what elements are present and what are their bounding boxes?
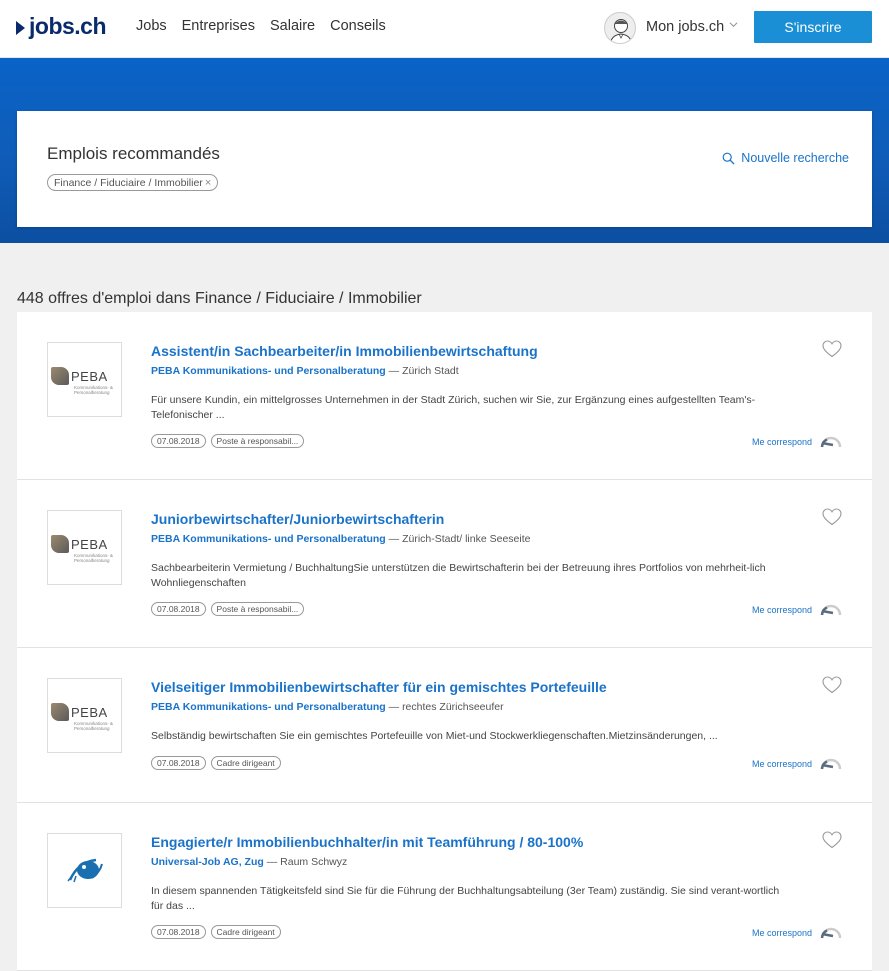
gauge-icon — [820, 436, 842, 448]
company-link[interactable]: PEBA Kommunikations- und Personalberatun… — [151, 533, 386, 545]
close-icon[interactable]: × — [205, 177, 211, 189]
job-card[interactable]: Engagierte/r Immobilienbuchhalter/in mit… — [17, 803, 872, 971]
job-tags: 07.08.2018 Poste à responsabil... — [151, 434, 305, 448]
job-company-line: Universal-Job AG, Zug — Raum Schwyz — [151, 856, 348, 868]
nav-salaire[interactable]: Salaire — [270, 18, 315, 34]
match-indicator[interactable]: Me correspond — [752, 436, 842, 448]
job-title-link[interactable]: Assistent/in Sachbearbeiter/in Immobilie… — [151, 343, 538, 359]
level-tag: Cadre dirigeant — [210, 925, 281, 939]
job-company-line: PEBA Kommunikations- und Personalberatun… — [151, 365, 459, 377]
jobs-ch-logo[interactable]: jobs.ch — [16, 13, 107, 40]
job-tags: 07.08.2018 Poste à responsabil... — [151, 602, 305, 616]
top-navigation-bar: jobs.ch Jobs Entreprises Salaire Conseil… — [0, 0, 889, 58]
job-card[interactable]: PEBA Kommunikations- & Personalberatung … — [17, 480, 872, 648]
filter-chip[interactable]: Finance / Fiduciaire / Immobilier × — [47, 174, 219, 191]
job-company-line: PEBA Kommunikations- und Personalberatun… — [151, 533, 531, 545]
date-tag: 07.08.2018 — [151, 925, 206, 939]
job-company-line: PEBA Kommunikations- und Personalberatun… — [151, 701, 504, 713]
play-triangle-icon — [16, 20, 25, 35]
peba-logo-mark-icon — [51, 703, 69, 721]
nav-jobs[interactable]: Jobs — [136, 18, 167, 34]
job-description: Sachbearbeiterin Vermietung / Buchhaltun… — [151, 562, 766, 589]
gauge-icon — [820, 927, 842, 939]
main-nav: Jobs Entreprises Salaire Conseils — [136, 18, 386, 34]
job-title-link[interactable]: Engagierte/r Immobilienbuchhalter/in mit… — [151, 834, 583, 850]
filter-chip-label: Finance / Fiduciaire / Immobilier — [54, 176, 203, 189]
peba-logo-mark-icon — [51, 535, 69, 553]
job-location: Raum Schwyz — [280, 856, 348, 868]
peba-logo-mark-icon — [51, 367, 69, 385]
job-card[interactable]: PEBA Kommunikations- & Personalberatung … — [17, 648, 872, 803]
job-location: Zürich Stadt — [402, 365, 459, 377]
match-label: Me correspond — [751, 605, 812, 615]
gauge-icon — [820, 758, 842, 770]
company-link[interactable]: PEBA Kommunikations- und Personalberatun… — [151, 701, 386, 713]
job-title-link[interactable]: Juniorbewirtschafter/Juniorbewirtschafte… — [151, 511, 444, 527]
match-indicator[interactable]: Me correspond — [752, 604, 842, 616]
level-tag: Cadre dirigeant — [210, 756, 281, 770]
match-label: Me correspond — [751, 759, 812, 769]
heart-icon[interactable] — [822, 831, 842, 849]
heart-icon[interactable] — [822, 676, 842, 694]
job-tags: 07.08.2018 Cadre dirigeant — [151, 925, 281, 939]
match-indicator[interactable]: Me correspond — [752, 927, 842, 939]
level-tag: Poste à responsabil... — [210, 434, 305, 448]
nav-entreprises[interactable]: Entreprises — [182, 18, 255, 34]
nav-conseils[interactable]: Conseils — [330, 18, 386, 34]
company-logo[interactable]: PEBA Kommunikations- & Personalberatung — [47, 678, 122, 753]
heart-icon[interactable] — [822, 340, 842, 358]
job-title-link[interactable]: Vielseitiger Immobilienbewirtschafter fü… — [151, 679, 607, 695]
company-link[interactable]: PEBA Kommunikations- und Personalberatun… — [151, 365, 386, 377]
job-list: PEBA Kommunikations- & Personalberatung … — [17, 312, 872, 971]
avatar-icon[interactable] — [604, 12, 636, 44]
company-link[interactable]: Universal-Job AG, Zug — [151, 856, 264, 868]
new-search-label: Nouvelle recherche — [741, 151, 849, 165]
new-search-link[interactable]: Nouvelle recherche — [722, 151, 849, 165]
logo-text: jobs.ch — [29, 13, 107, 39]
job-description: Für unsere Kundin, ein mittelgrosses Unt… — [151, 394, 756, 421]
date-tag: 07.08.2018 — [151, 434, 206, 448]
recommended-search-card: Emplois recommandés Finance / Fiduciaire… — [17, 111, 872, 227]
gauge-icon — [820, 604, 842, 616]
job-description: In diesem spannenden Tätigkeitsfeld sind… — [151, 885, 780, 912]
search-card-title: Emplois recommandés — [47, 144, 220, 163]
search-icon — [722, 152, 735, 164]
date-tag: 07.08.2018 — [151, 602, 206, 616]
job-location: Zürich-Stadt/ linke Seeseite — [402, 533, 531, 545]
results-count: 448 offres d'emploi dans Finance / Fiduc… — [17, 290, 422, 307]
match-indicator[interactable]: Me correspond — [752, 758, 842, 770]
company-logo[interactable] — [47, 833, 122, 908]
match-label: Me correspond — [751, 437, 812, 447]
account-menu-label[interactable]: Mon jobs.ch — [646, 19, 724, 35]
company-logo[interactable]: PEBA Kommunikations- & Personalberatung — [47, 510, 122, 585]
job-location: rechtes Zürichseeufer — [402, 701, 504, 713]
job-card[interactable]: PEBA Kommunikations- & Personalberatung … — [17, 312, 872, 480]
job-tags: 07.08.2018 Cadre dirigeant — [151, 756, 281, 770]
heart-icon[interactable] — [822, 508, 842, 526]
match-label: Me correspond — [751, 928, 812, 938]
signup-button[interactable]: S'inscrire — [754, 11, 872, 43]
level-tag: Poste à responsabil... — [210, 602, 305, 616]
universal-job-logo-icon — [67, 858, 103, 883]
job-description: Selbständig bewirtschaften Sie ein gemis… — [151, 730, 718, 742]
chevron-down-icon[interactable] — [729, 20, 738, 29]
company-logo[interactable]: PEBA Kommunikations- & Personalberatung — [47, 342, 122, 417]
date-tag: 07.08.2018 — [151, 756, 206, 770]
